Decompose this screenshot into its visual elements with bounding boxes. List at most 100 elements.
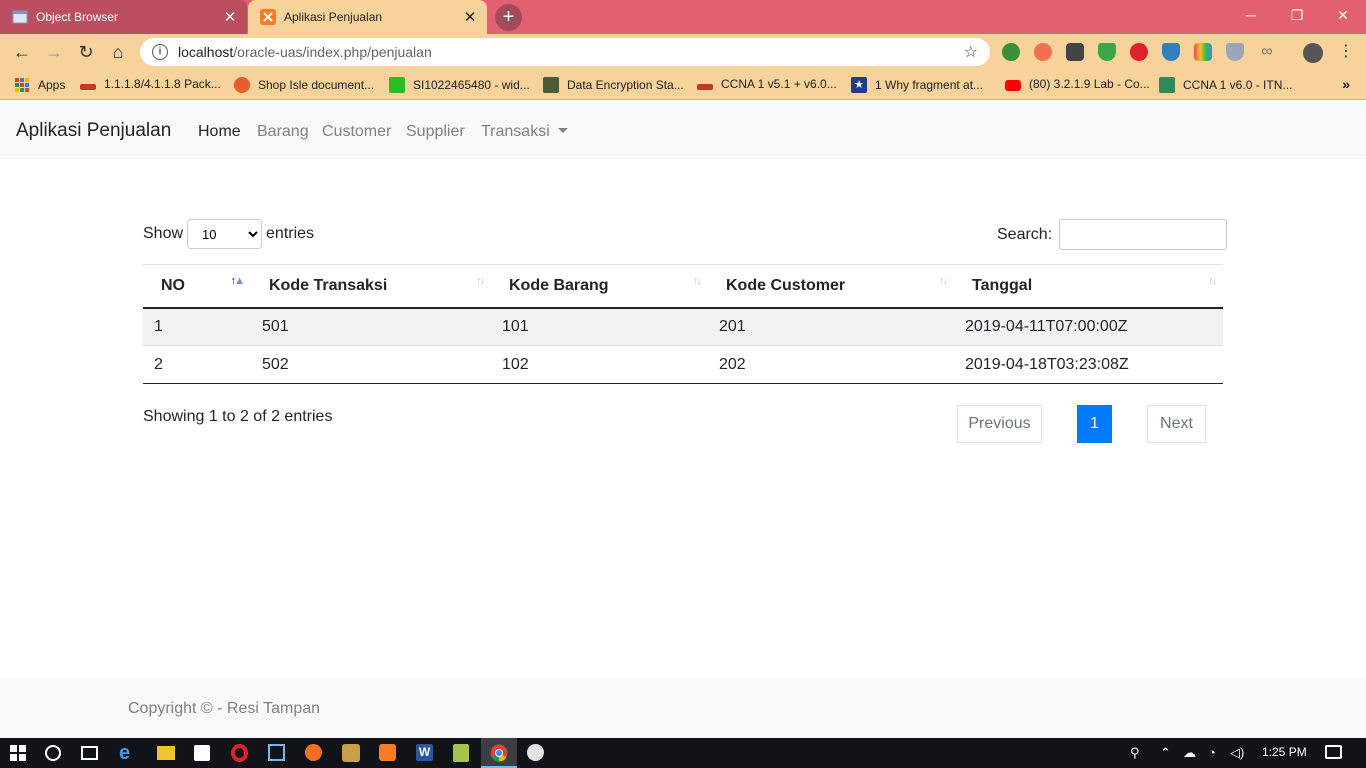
extension-hola-icon[interactable] [1034,43,1052,61]
tab-title: Aplikasi Penjualan [284,10,383,24]
bookmark-item[interactable]: ★ 1 Why fragment at... [851,77,983,93]
store-icon[interactable] [194,745,210,761]
column-header-kode-barang[interactable]: Kode Barang ↑↓ [491,264,708,309]
sort-icon: ↑↓ [1208,275,1217,287]
tab-title: Object Browser [36,10,119,24]
penjualan-table: NO ↑▲ Kode Transaksi ↑↓ Kode Barang ↑↓ Kode… [143,264,1223,384]
show-label: Show [143,225,184,242]
app-penguin-icon[interactable] [342,744,360,762]
cell-no: 1 [143,307,251,346]
bookmark-item[interactable]: CCNA 1 v6.0 - ITN... [1159,77,1292,93]
search-circle-icon[interactable] [45,745,61,761]
nav-transaksi-dropdown[interactable]: Transaksi [481,123,568,141]
window-icon [12,10,28,24]
back-icon[interactable]: ← [10,40,34,64]
extension-vpn-icon[interactable] [1162,43,1180,61]
column-label: Kode Transaksi [269,276,388,294]
bookmark-item[interactable]: 1.1.1.8/4.1.1.8 Pack... [80,77,221,91]
home-icon[interactable]: ⌂ [106,40,130,64]
table-info: Showing 1 to 2 of 2 entries [143,408,333,425]
navbar-brand[interactable]: Aplikasi Penjualan [16,120,171,142]
bookmarks-bar: Apps 1.1.1.8/4.1.1.8 Pack... Shop Isle d… [0,70,1366,100]
page-1-button[interactable]: 1 [1077,405,1112,443]
show-hidden-icons[interactable]: ⌃ [1160,745,1171,761]
tab-aplikasi-penjualan[interactable]: Aplikasi Penjualan ✕ [248,0,487,34]
tab-object-browser[interactable]: Object Browser ✕ [0,0,247,34]
previous-button[interactable]: Previous [957,405,1042,443]
cell-kode-barang: 102 [491,345,708,384]
volume-icon[interactable]: ◁) [1230,745,1244,761]
w-icon [389,77,405,93]
nav-home[interactable]: Home [198,123,241,141]
notifications-icon[interactable] [1325,745,1342,759]
restore-icon[interactable]: ❐ [1274,0,1320,30]
bookmark-item[interactable]: Data Encryption Sta... [543,77,684,93]
bookmark-item[interactable]: CCNA 1 v5.1 + v6.0... [697,77,837,91]
encryption-icon [543,77,559,93]
search-input[interactable] [1059,219,1228,250]
extension-infinity-icon[interactable]: ∞ [1258,43,1276,61]
checklist-icon [1159,77,1175,93]
cisco-icon [697,83,713,90]
bookmark-item[interactable]: SI1022465480 - wid... [389,77,530,93]
sort-ascending-icon: ↑▲ [230,275,245,287]
column-header-no[interactable]: NO ↑▲ [143,264,251,309]
forward-icon[interactable]: → [42,40,66,64]
close-tab-icon[interactable]: ✕ [221,8,239,26]
extension-shield-icon[interactable] [1098,43,1116,61]
extension-help-icon[interactable] [1226,43,1244,61]
nav-barang[interactable]: Barang [257,123,309,141]
minimize-icon[interactable]: ─ [1228,0,1274,30]
column-header-kode-transaksi[interactable]: Kode Transaksi ↑↓ [251,264,491,309]
next-button[interactable]: Next [1147,405,1206,443]
xampp-icon [260,9,276,25]
virtualbox-icon[interactable] [268,744,285,761]
nav-supplier[interactable]: Supplier [406,123,465,141]
extension-color-icon[interactable] [1194,43,1212,61]
bookmark-label: 1 Why fragment at... [875,78,984,92]
bookmark-label: 1.1.1.8/4.1.1.8 Pack... [104,77,221,91]
cell-tanggal: 2019-04-11T07:00:00Z [954,307,1223,346]
paint-icon[interactable] [527,744,544,761]
bookmark-apps[interactable]: Apps [14,77,65,93]
browser-tab-strip: Object Browser ✕ Aplikasi Penjualan ✕ + … [0,0,1366,34]
profile-avatar[interactable] [1303,43,1323,63]
wifi-icon[interactable]: ◔ [1208,745,1216,760]
bookmark-label: SI1022465480 - wid... [413,78,530,92]
close-window-icon[interactable]: ✕ [1320,0,1366,30]
bookmark-star-icon[interactable]: ☆ [964,42,978,62]
word-icon[interactable]: W [416,744,433,761]
windows-start-icon[interactable] [10,745,26,761]
close-tab-icon[interactable]: ✕ [461,8,479,26]
chrome-taskbar-button[interactable] [481,738,517,768]
entries-select[interactable]: 10 [187,219,263,249]
new-tab-button[interactable]: + [495,4,522,31]
notepad-icon[interactable] [453,744,469,762]
file-explorer-icon[interactable] [157,746,175,760]
nav-customer[interactable]: Customer [322,123,391,141]
column-label: Kode Customer [726,276,846,294]
bookmark-item[interactable]: Shop Isle document... [234,77,374,93]
people-icon[interactable]: ⚲ [1130,745,1140,761]
column-header-kode-customer[interactable]: Kode Customer ↑↓ [708,264,954,309]
task-view-icon[interactable] [81,746,98,760]
nav-transaksi-label: Transaksi [481,123,550,140]
extension-globe-icon[interactable] [1002,43,1020,61]
more-bookmarks-icon[interactable]: » [1342,76,1350,92]
reload-icon[interactable]: ↻ [74,40,98,64]
address-bar[interactable]: i localhost/oracle-uas/index.php/penjual… [140,38,990,66]
opera-taskbar-icon[interactable] [231,744,248,762]
xampp-taskbar-icon[interactable] [379,744,396,761]
taskbar-clock[interactable]: 1:25 PM [1262,745,1307,759]
column-label: Tanggal [972,276,1033,294]
bookmark-item[interactable]: (80) 3.2.1.9 Lab - Co... [1005,77,1150,91]
extension-v-icon[interactable] [1066,43,1084,61]
info-icon[interactable]: i [152,44,168,60]
column-header-tanggal[interactable]: Tanggal ↑↓ [954,264,1223,309]
menu-icon[interactable]: ⋮ [1334,40,1358,64]
bookmark-label: Shop Isle document... [258,78,375,92]
edge-icon[interactable]: e [119,743,139,763]
extension-opera-icon[interactable] [1130,43,1148,61]
onedrive-icon[interactable]: ☁ [1183,745,1196,761]
app-orange-icon[interactable] [305,744,322,761]
